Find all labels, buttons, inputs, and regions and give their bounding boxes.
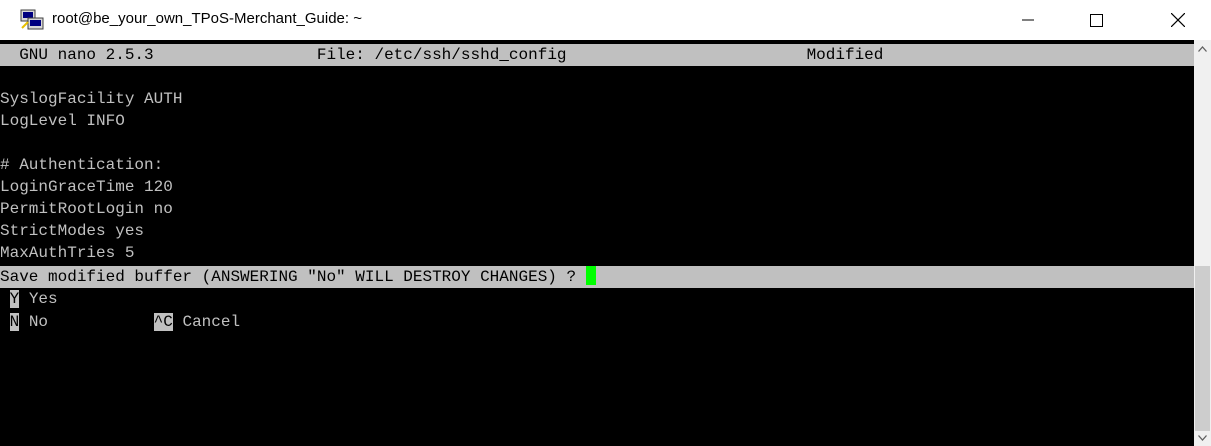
shortcut-key: ^C: [153, 313, 173, 331]
nano-modified-status: Modified: [806, 46, 893, 64]
filename-cursor: [499, 46, 509, 64]
option-label: No: [28, 313, 49, 331]
scroll-up-button[interactable]: [1194, 40, 1211, 57]
nano-version: GNU nano 2.5.3: [0, 46, 154, 64]
editor-line: LogLevel INFO: [0, 112, 125, 130]
scroll-down-button[interactable]: [1194, 429, 1211, 446]
prompt-option-cancel[interactable]: ^C Cancel: [153, 313, 241, 331]
close-icon: [1171, 13, 1185, 27]
prompt-option-yes[interactable]: Y Yes: [0, 288, 1194, 310]
putty-terminal-icon[interactable]: [20, 9, 44, 31]
window-title: root@be_your_own_TPoS-Merchant_Guide: ~: [52, 10, 362, 27]
vertical-scrollbar[interactable]: [1194, 40, 1211, 446]
shortcut-key: N: [9, 313, 20, 331]
minimize-icon: [1022, 19, 1034, 21]
save-prompt: Save modified buffer (ANSWERING "No" WIL…: [0, 268, 586, 286]
prompt-option-no[interactable]: N No: [9, 313, 49, 331]
terminal-screen[interactable]: GNU nano 2.5.3 File: /etc/ssh/sshd confi…: [0, 40, 1194, 446]
nano-file-name-rest: config: [508, 46, 567, 64]
editor-line: PermitRootLogin no: [0, 200, 173, 218]
chevron-up-icon: [1198, 45, 1207, 52]
editor-line: MaxAuthTries 5: [0, 244, 135, 262]
save-prompt-bar: Save modified buffer (ANSWERING "No" WIL…: [0, 266, 1194, 288]
shortcut-key: Y: [9, 290, 20, 308]
minimize-button[interactable]: [1005, 0, 1051, 40]
prompt-options-row: N No ^C Cancel: [0, 311, 1194, 333]
chevron-down-icon: [1198, 434, 1207, 441]
maximize-icon: [1089, 13, 1103, 27]
maximize-button[interactable]: [1073, 0, 1119, 40]
editor-line: LoginGraceTime 120: [0, 178, 173, 196]
nano-file-name: File: /etc/ssh/sshd: [316, 46, 500, 64]
option-label: Yes: [28, 290, 58, 308]
nano-header-bar: GNU nano 2.5.3 File: /etc/ssh/sshd confi…: [0, 44, 1194, 66]
scrollbar-thumb[interactable]: [1195, 266, 1210, 431]
close-button[interactable]: [1155, 0, 1201, 40]
title-bar[interactable]: root@be_your_own_TPoS-Merchant_Guide: ~: [0, 0, 1211, 40]
editor-line: # Authentication:: [0, 156, 164, 174]
text-cursor: [585, 266, 596, 285]
putty-window: root@be_your_own_TPoS-Merchant_Guide: ~ …: [0, 0, 1211, 446]
editor-line: StrictModes yes: [0, 222, 145, 240]
editor-line: SyslogFacility AUTH: [0, 90, 183, 108]
option-label: Cancel: [182, 313, 241, 331]
